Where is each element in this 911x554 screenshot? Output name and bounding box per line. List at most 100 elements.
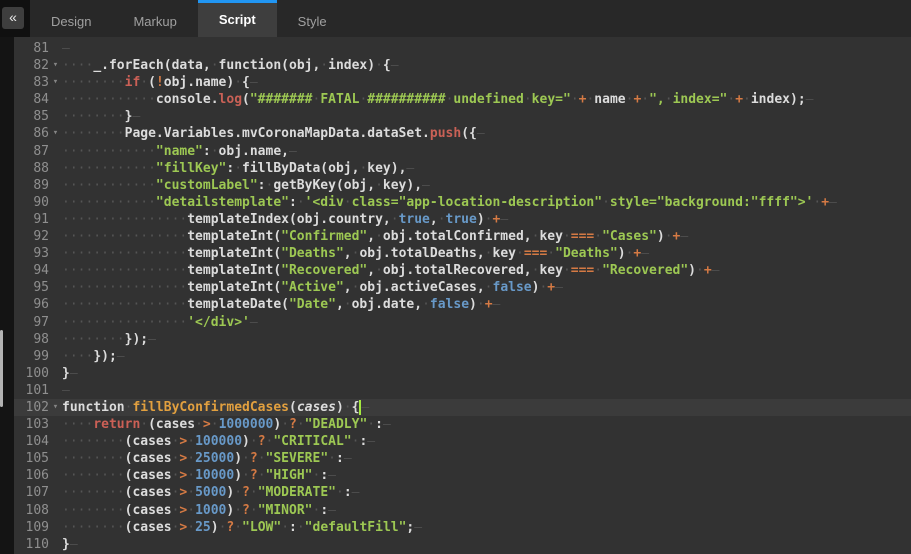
fold-arrow-icon[interactable]: ▾ [49,399,62,416]
vertical-scrollbar-thumb[interactable] [0,330,3,407]
line-gutter: 82▾ [14,57,62,74]
newline-mark: – [117,349,125,364]
newline-mark: – [406,161,414,176]
code-line[interactable]: 89············"customLabel":·getByKey(ob… [14,177,911,194]
code-line[interactable]: 109········(cases·>·25)·?·"LOW"·:·"defau… [14,519,911,536]
line-number: 108 [26,502,49,519]
collapse-panel-button[interactable]: « [2,7,24,29]
line-gutter: 83▾ [14,74,62,91]
line-gutter: 85 [14,108,62,125]
code-line[interactable]: 86▾········Page.Variables.mvCoronaMapDat… [14,125,911,142]
code-line[interactable]: 98········});– [14,331,911,348]
tab-markup[interactable]: Markup [112,0,197,37]
newline-mark: – [62,41,70,56]
code-line[interactable]: 81– [14,40,911,57]
line-gutter: 99 [14,348,62,365]
newline-mark: – [70,537,78,552]
code-line[interactable]: 88············"fillKey":·fillByData(obj,… [14,160,911,177]
fold-arrow-icon[interactable]: ▾ [49,74,62,91]
code-line[interactable]: 104········(cases·>·100000)·?·"CRITICAL"… [14,433,911,450]
newline-mark: – [361,400,369,415]
line-gutter: 108 [14,502,62,519]
tab-script[interactable]: Script [198,0,277,37]
line-gutter: 101 [14,382,62,399]
code-line[interactable]: 94················templateInt("Recovered… [14,262,911,279]
code-line[interactable]: 95················templateInt("Active",·… [14,279,911,296]
tab-design[interactable]: Design [30,0,112,37]
newline-mark: – [328,468,336,483]
newline-mark: – [344,451,352,466]
line-number: 93 [33,245,49,262]
editor-tabbar: « Design Markup Script Style [0,0,911,37]
code-line[interactable]: 85········}– [14,108,911,125]
line-gutter: 89 [14,177,62,194]
line-gutter: 105 [14,450,62,467]
editor-tabs: Design Markup Script Style [30,0,911,37]
line-gutter: 81 [14,40,62,57]
line-number: 83 [33,74,49,91]
code-line[interactable]: 108········(cases·>·1000)·?·"MINOR"·:– [14,502,911,519]
fold-arrow-icon[interactable]: ▾ [49,57,62,74]
code-line[interactable]: 82▾····_.forEach(data,·function(obj,·ind… [14,57,911,74]
code-line[interactable]: 107········(cases·>·5000)·?·"MODERATE"·:… [14,484,911,501]
line-gutter: 90 [14,194,62,211]
line-gutter: 102▾ [14,399,62,416]
line-gutter: 100 [14,365,62,382]
line-number: 101 [26,382,49,399]
newline-mark: – [414,520,422,535]
code-line[interactable]: 97················'</div>'– [14,314,911,331]
code-line[interactable]: 92················templateInt("Confirmed… [14,228,911,245]
code-line[interactable]: 100}– [14,365,911,382]
fold-arrow-icon[interactable]: ▾ [49,125,62,142]
line-number: 86 [33,125,49,142]
line-number: 89 [33,177,49,194]
newline-mark: – [477,126,485,141]
code-line[interactable]: 87············"name":·obj.name,– [14,143,911,160]
line-number: 88 [33,160,49,177]
line-number: 85 [33,108,49,125]
line-number: 103 [26,416,49,433]
code-line[interactable]: 110}– [14,536,911,553]
line-number: 95 [33,279,49,296]
code-line[interactable]: 103····return·(cases·>·1000000)·?·"DEADL… [14,416,911,433]
newline-mark: – [328,503,336,518]
code-line[interactable]: 99····});– [14,348,911,365]
code-line[interactable]: 90············"detailstemplate":·'<div·c… [14,194,911,211]
code-line[interactable]: 84············console.log("#######·FATAL… [14,91,911,108]
newline-mark: – [250,75,258,90]
code-line[interactable]: 83▾········if·(!obj.name)·{– [14,74,911,91]
code-lines: 81–82▾····_.forEach(data,·function(obj,·… [14,40,911,554]
newline-mark: – [422,178,430,193]
line-number: 98 [33,331,49,348]
script-code-editor[interactable]: 81–82▾····_.forEach(data,·function(obj,·… [14,37,911,554]
line-number: 84 [33,91,49,108]
line-number: 100 [26,365,49,382]
code-line[interactable]: 105········(cases·>·25000)·?·"SEVERE"·:– [14,450,911,467]
line-number: 82 [33,57,49,74]
code-line[interactable]: 96················templateDate("Date",·o… [14,296,911,313]
tab-style[interactable]: Style [277,0,348,37]
line-number: 106 [26,467,49,484]
line-gutter: 109 [14,519,62,536]
code-line[interactable]: 101– [14,382,911,399]
line-gutter: 93 [14,245,62,262]
code-line[interactable]: 91················templateIndex(obj.coun… [14,211,911,228]
newline-mark: – [383,417,391,432]
line-gutter: 94 [14,262,62,279]
newline-mark: – [680,229,688,244]
code-line[interactable]: 106········(cases·>·10000)·?·"HIGH"·:– [14,467,911,484]
newline-mark: – [148,332,156,347]
newline-mark: – [391,58,399,73]
code-line[interactable]: 93················templateInt("Deaths",·… [14,245,911,262]
line-number: 99 [33,348,49,365]
line-number: 107 [26,484,49,501]
newline-mark: – [641,246,649,261]
collapse-chevron-icon: « [9,9,17,25]
newline-mark: – [62,383,70,398]
code-line[interactable]: 102▾function·fillByConfirmedCases(cases)… [14,399,911,416]
newline-mark: – [70,366,78,381]
line-number: 97 [33,314,49,331]
line-gutter: 107 [14,484,62,501]
line-gutter: 84 [14,91,62,108]
newline-mark: – [829,195,837,210]
